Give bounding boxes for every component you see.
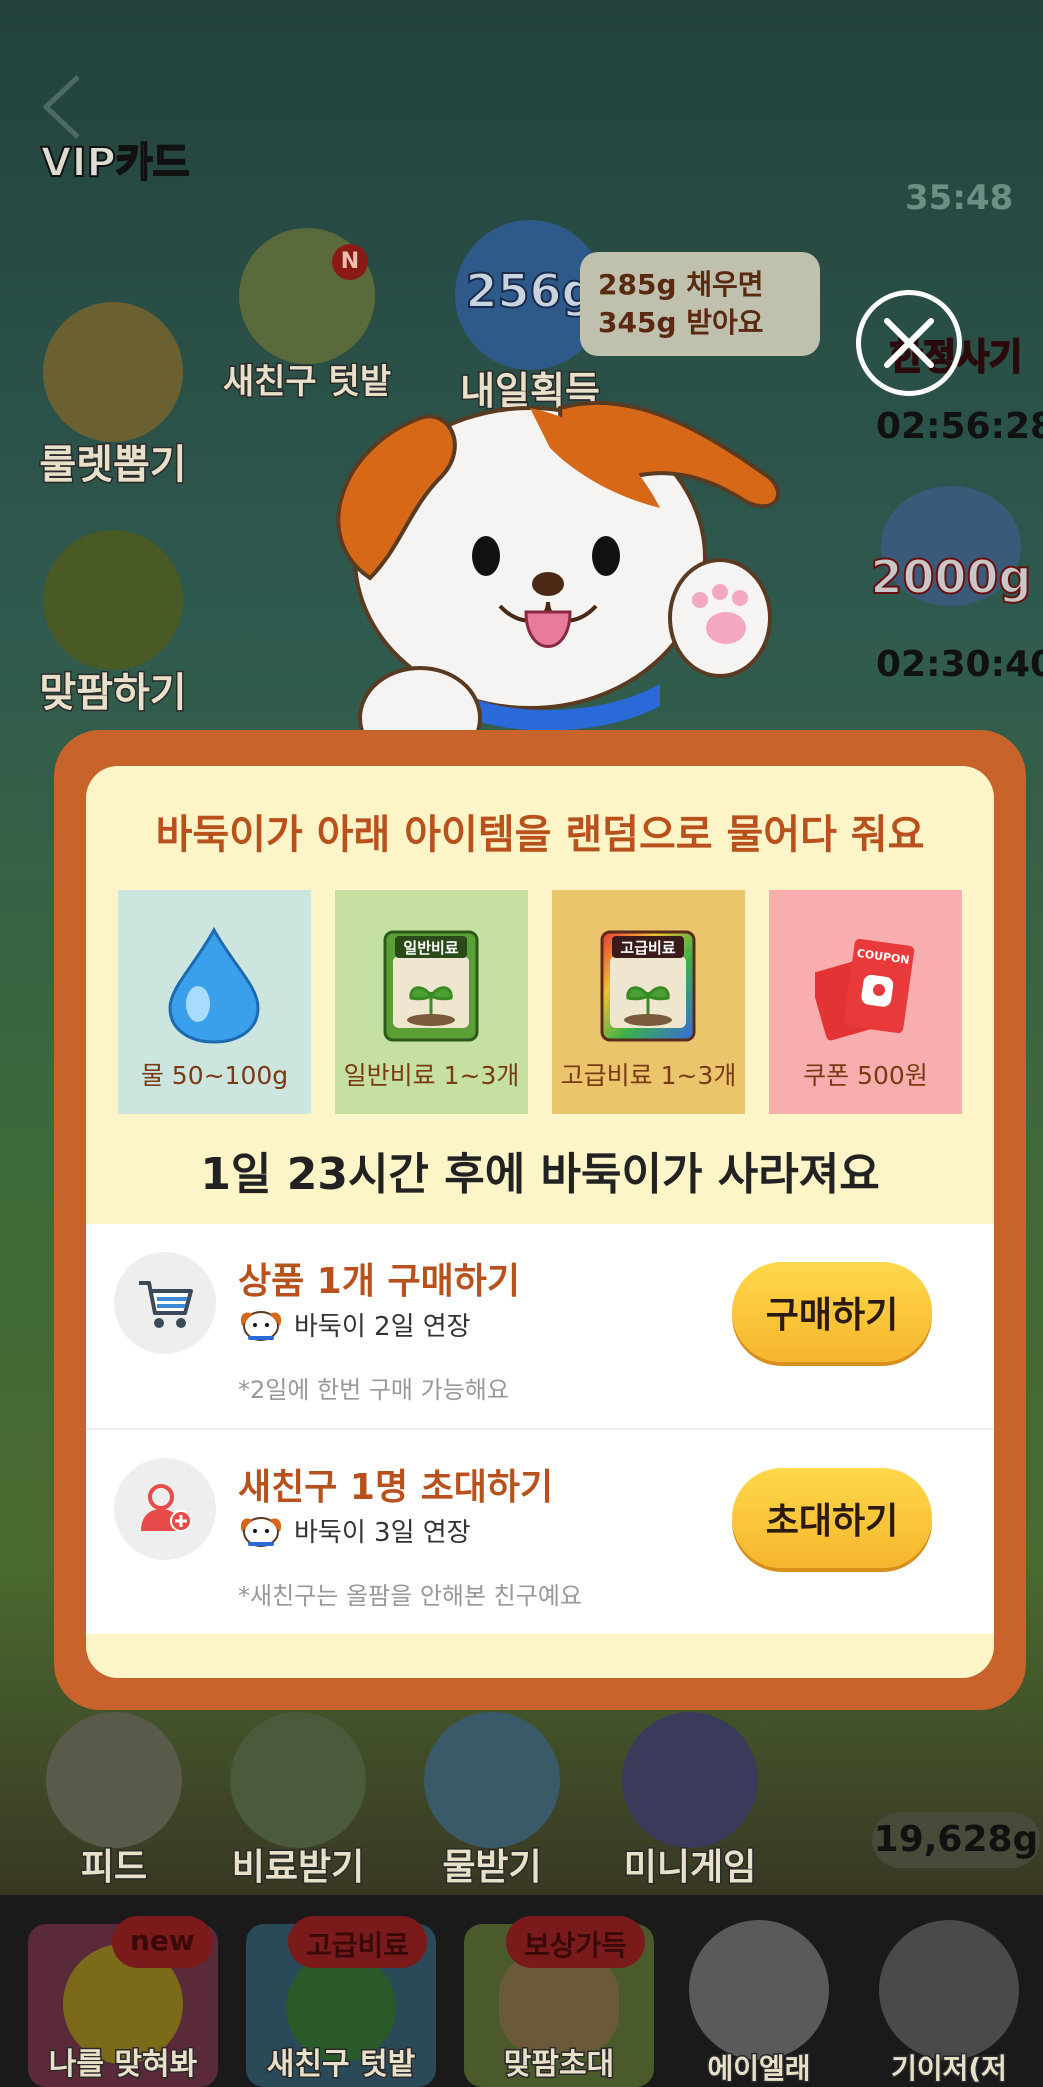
feed-icon — [46, 1712, 182, 1848]
bottle-timer: 02:30:40 — [876, 644, 1043, 685]
close-icon — [884, 318, 934, 368]
purchase-button[interactable]: 구매하기 — [732, 1262, 932, 1362]
add-friend-icon — [141, 1484, 192, 1532]
water-bottle-offer[interactable]: 2000g — [866, 486, 1036, 606]
tab-guess-me-label: 나를 맞혀봐 — [47, 2046, 198, 2084]
water-drop-icon — [168, 926, 260, 1044]
tab-friend-1[interactable]: 에이엘래 — [684, 1920, 834, 2087]
matpam-button[interactable]: 맞팜하기 — [28, 530, 198, 718]
task-subtitle-text: 바둑이 2일 연장 — [294, 1312, 471, 1342]
fertilizer-line-2: 345g 받아요 — [598, 306, 764, 339]
reward-item-coupon: COUPON 쿠폰 500원 — [769, 890, 962, 1114]
close-button[interactable] — [856, 290, 962, 396]
get-water-label: 물받기 — [441, 1846, 543, 1890]
task-note-invite: *새친구는 올팜을 안해본 친구예요 — [238, 1582, 583, 1610]
tab-friend-2[interactable]: 기이저(저 — [864, 1920, 1034, 2087]
friend-avatar — [879, 1920, 1019, 2060]
fertilizer-bag-icon — [230, 1712, 366, 1848]
arcade-icon — [622, 1712, 758, 1848]
extend-tasks: 상품 1개 구매하기 바둑이 2일 연장 *2일에 한번 구매 가능해요 구매하… — [86, 1224, 994, 1634]
shopping-cart-icon — [139, 1281, 193, 1328]
puppy-face-icon — [240, 1516, 282, 1547]
feed-label: 피드 — [79, 1846, 148, 1890]
tab-matpam-invite-label: 맞팜초대 — [502, 2046, 615, 2084]
task-subtitle-purchase: 바둑이 2일 연장 — [238, 1306, 471, 1343]
reward-item-water: 물 50~100g — [118, 890, 311, 1114]
vip-label: VIP카드 — [40, 139, 191, 187]
water-total: 19,628g — [872, 1812, 1040, 1868]
tab-badge-new: new — [112, 1916, 213, 1968]
tab-badge-rewards: 보상가득 — [506, 1916, 646, 1968]
task-icon-circle — [114, 1458, 216, 1560]
bottle-amount: 2000g — [870, 549, 1033, 605]
tab-new-friend-field-label: 새친구 텃밭 — [265, 2046, 416, 2084]
roulette-icon — [43, 302, 183, 442]
svg-text:일반비료: 일반비료 — [403, 939, 458, 957]
reward-label-coupon: 쿠폰 500원 — [803, 1061, 928, 1090]
feed-button[interactable]: 피드 — [44, 1712, 184, 1890]
friend-avatar — [689, 1920, 829, 2060]
matpam-label: 맞팜하기 — [38, 669, 188, 718]
tab-friend-1-label: 에이엘래 — [706, 2051, 812, 2087]
vip-card-button[interactable]: VIP카드 — [30, 139, 200, 188]
new-friend-field-button[interactable]: N 새친구 텃밭 — [221, 228, 393, 404]
modal-title: 바둑이가 아래 아이템을 랜덤으로 물어다 줘요 — [155, 812, 925, 858]
puppy-mascot-icon — [336, 400, 780, 768]
task-purchase: 상품 1개 구매하기 바둑이 2일 연장 *2일에 한번 구매 가능해요 구매하… — [86, 1224, 994, 1428]
task-invite: 새친구 1명 초대하기 바둑이 3일 연장 *새친구는 올팜을 안해본 친구예요… — [86, 1428, 994, 1632]
task-title-invite: 새친구 1명 초대하기 — [238, 1467, 554, 1508]
limited-offer-timer: 02:56:28 — [876, 406, 1043, 447]
minigame-button[interactable]: 미니게임 — [620, 1712, 760, 1890]
top-timer: 35:48 — [905, 178, 1014, 218]
new-badge: N — [332, 244, 368, 280]
water-drop-icon — [424, 1712, 560, 1848]
roulette-button[interactable]: 룰렛뽑기 — [28, 302, 198, 490]
reward-item-premium-fertilizer: 고급비료 고급비료 1~3개 — [552, 890, 745, 1114]
basic-fertilizer-icon: 일반비료 — [383, 930, 479, 1042]
tab-friend-2-label: 기이저(저 — [890, 2051, 1009, 2087]
get-fertilizer-label: 비료받기 — [230, 1846, 365, 1890]
task-subtitle-invite: 바둑이 3일 연장 — [238, 1512, 471, 1549]
puppy-item-modal: 바둑이가 아래 아이템을 랜덤으로 물어다 줘요 물 50~100g 일반비료 … — [86, 766, 994, 1678]
reward-items: 물 50~100g 일반비료 일반비료 1~3개 고급비료 고급비료 1~3개 … — [118, 890, 962, 1114]
vanish-countdown: 1일 23시간 후에 바둑이가 사라져요 — [200, 1149, 880, 1200]
task-note-purchase: *2일에 한번 구매 가능해요 — [238, 1376, 509, 1404]
get-fertilizer-button[interactable]: 비료받기 — [228, 1712, 368, 1890]
minigame-label: 미니게임 — [622, 1846, 757, 1890]
svg-text:고급비료: 고급비료 — [620, 939, 675, 957]
reward-label-basic-fertilizer: 일반비료 1~3개 — [343, 1061, 520, 1090]
task-icon-circle — [114, 1252, 216, 1354]
task-subtitle-text: 바둑이 3일 연장 — [294, 1518, 471, 1548]
coupon-icon: COUPON — [815, 938, 915, 1041]
invite-button[interactable]: 초대하기 — [732, 1468, 932, 1568]
puppy-face-icon — [240, 1310, 282, 1341]
garden-icon — [43, 530, 183, 670]
roulette-label: 룰렛뽑기 — [38, 441, 188, 490]
fertilizer-info-panel: 285g 채우면 345g 받아요 — [580, 252, 820, 356]
tab-badge-premium: 고급비료 — [288, 1916, 428, 1968]
reward-label-water: 물 50~100g — [140, 1061, 289, 1090]
premium-fertilizer-icon: 고급비료 — [600, 930, 696, 1042]
reward-item-basic-fertilizer: 일반비료 일반비료 1~3개 — [335, 890, 528, 1114]
task-title-purchase: 상품 1개 구매하기 — [238, 1261, 520, 1302]
fertilizer-line-1: 285g 채우면 — [598, 268, 764, 301]
reward-label-premium-fertilizer: 고급비료 1~3개 — [560, 1061, 737, 1090]
get-water-button[interactable]: 물받기 — [422, 1712, 562, 1890]
